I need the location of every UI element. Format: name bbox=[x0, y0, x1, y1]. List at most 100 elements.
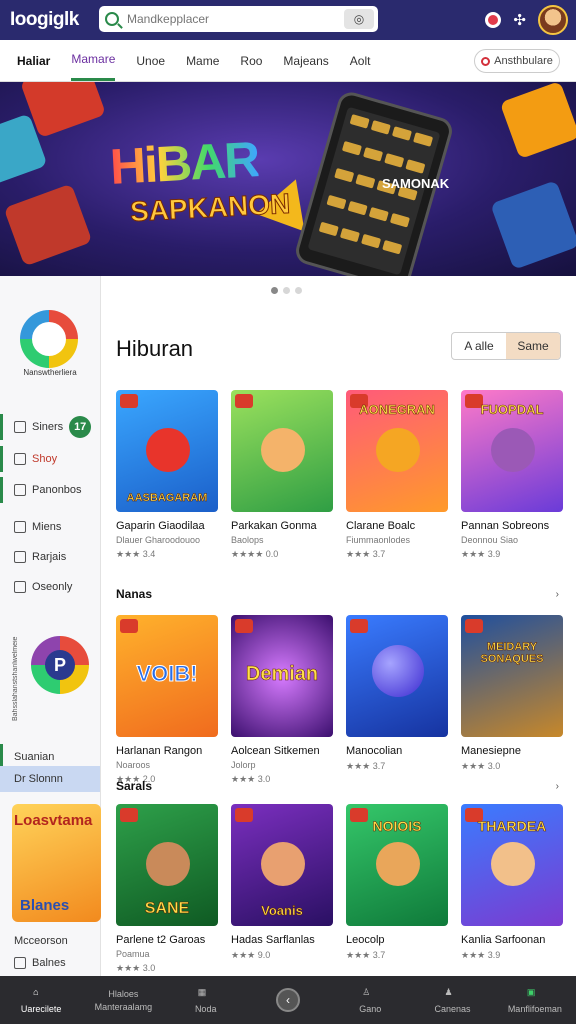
sidebar-item-label: Miens bbox=[32, 521, 62, 533]
nav-noda[interactable]: ▦ Noda bbox=[165, 976, 247, 1024]
thumb-text: NOIOIS bbox=[372, 818, 422, 835]
chevron-right-icon[interactable]: › bbox=[556, 781, 559, 792]
app-thumbnail bbox=[346, 615, 448, 737]
app-card[interactable]: AASBAGARAM Gaparin Giaodilaa Dlauer Ghar… bbox=[116, 390, 218, 560]
sidebar-item-rarjais[interactable]: Rarjais bbox=[0, 544, 100, 570]
section-heading: Sarals bbox=[116, 779, 153, 793]
app-developer: Baolops bbox=[231, 535, 264, 545]
notification-icon[interactable] bbox=[485, 12, 502, 28]
top-header: Ioogiglk ◎ ✣ bbox=[0, 0, 576, 40]
app-developer: Noaroos bbox=[116, 760, 151, 770]
page-title: Hiburan bbox=[116, 336, 194, 361]
sidebar-item-label: Shoy bbox=[32, 453, 58, 465]
app-logo[interactable]: Ioogiglk bbox=[10, 9, 96, 31]
sidebar-item-oseonly[interactable]: Oseonly bbox=[0, 574, 100, 600]
thumb-text: AONEGRAN bbox=[359, 402, 435, 418]
tab-active[interactable]: Mamare bbox=[71, 40, 116, 81]
tab-item[interactable]: Roo bbox=[240, 42, 262, 80]
sidebar-item-label: Oseonly bbox=[32, 581, 73, 593]
app-rating: ★★★ 3.7 bbox=[346, 950, 386, 960]
app-name: Hadas Sarflanlas bbox=[231, 934, 315, 946]
filter-button-label: Ansthbulare bbox=[494, 55, 553, 67]
nav-manteraalamg[interactable]: Hlaloes Manteraalamg bbox=[82, 976, 164, 1024]
search-icon bbox=[481, 56, 491, 66]
camera-search-icon[interactable]: ◎ bbox=[344, 9, 374, 29]
sidebar-item-panonbos[interactable]: Panonbos bbox=[0, 477, 100, 503]
app-row-3: SANE Parlene t2 Garoas Poamua ★★★ 3.0 Vo… bbox=[116, 804, 563, 974]
search-input[interactable] bbox=[127, 12, 327, 26]
search-bar[interactable]: ◎ bbox=[99, 6, 378, 32]
search-icon bbox=[105, 12, 119, 26]
app-card[interactable]: FUOPDAL Pannan Sobreons Deonnou Siao ★★★… bbox=[461, 390, 563, 560]
app-rating: ★★★ 3.0 bbox=[231, 774, 271, 784]
nav-label: Canenas bbox=[434, 1003, 471, 1014]
tab-item[interactable]: Mame bbox=[186, 42, 219, 80]
app-thumbnail: Demian bbox=[231, 615, 333, 737]
thumb-text: FUOPDAL bbox=[480, 402, 544, 418]
tab-home[interactable]: Haliar bbox=[17, 42, 50, 80]
promo-caption: Blanes bbox=[20, 897, 70, 914]
refresh-icon bbox=[14, 581, 26, 593]
chevron-right-icon[interactable]: › bbox=[556, 589, 559, 600]
sidebar-item-label: Panonbos bbox=[32, 484, 82, 496]
app-thumbnail bbox=[231, 390, 333, 512]
folder-icon bbox=[14, 957, 26, 969]
app-name: Gaparin Giaodilaa bbox=[116, 520, 205, 532]
view-toggle[interactable]: A alle Same bbox=[451, 332, 561, 360]
hero-banner[interactable]: HiBAR SAPKANON SAMONAK bbox=[0, 82, 576, 276]
toggle-option[interactable]: A alle bbox=[452, 333, 506, 359]
promo-title: Loasvtama bbox=[14, 812, 93, 829]
p-badge-letter: P bbox=[45, 650, 75, 680]
app-card[interactable]: VOIB! Harlanan Rangon Noaroos ★★★ 2.0 bbox=[116, 615, 218, 785]
app-card[interactable]: Demian Aolcean Sitkemen Jolorp ★★★ 3.0 bbox=[231, 615, 333, 785]
nav-canenas[interactable]: ♟ Canenas bbox=[411, 976, 493, 1024]
sidebar-logo[interactable] bbox=[20, 310, 78, 368]
gamepad-icon: ▣ bbox=[526, 986, 536, 997]
sidebar-item-shoy[interactable]: Shoy bbox=[0, 446, 100, 472]
sidebar-item-balnes[interactable]: Balnes bbox=[0, 950, 100, 976]
home-icon: ⌂ bbox=[33, 986, 39, 997]
app-rating: ★★★ 3.7 bbox=[346, 549, 386, 559]
app-card[interactable]: SANE Parlene t2 Garoas Poamua ★★★ 3.0 bbox=[116, 804, 218, 974]
tab-item[interactable]: Unoe bbox=[136, 42, 165, 80]
trophy-icon: ♙ bbox=[362, 986, 371, 997]
app-name: Kanlia Sarfoonan bbox=[461, 934, 546, 946]
main-content: Hiburan A alle Same AASBAGARAM Gaparin G… bbox=[101, 276, 576, 976]
avatar[interactable] bbox=[538, 5, 568, 35]
app-card[interactable]: Manocolian ★★★ 3.7 bbox=[346, 615, 448, 785]
decor-cube bbox=[499, 82, 576, 160]
back-circle-icon: ‹ bbox=[275, 988, 300, 1012]
app-card[interactable]: THARDEA Kanlia Sarfoonan ★★★ 3.9 bbox=[461, 804, 563, 974]
sidebar-item-siners[interactable]: Siners 17 bbox=[0, 414, 100, 440]
nav-label: Manteraalamg bbox=[94, 1001, 153, 1012]
nav-top-label: Hlaloes bbox=[108, 988, 139, 999]
app-card[interactable]: MEIDARY SONAQUES Manesiepne ★★★ 3.0 bbox=[461, 615, 563, 785]
sidebar-item-label: Balnes bbox=[32, 957, 66, 969]
check-icon bbox=[14, 484, 26, 496]
document-icon bbox=[14, 551, 26, 563]
nav-gano[interactable]: ♙ Gano bbox=[329, 976, 411, 1024]
app-card[interactable]: AONEGRAN Clarane Boalc Fiummaonlodes ★★★… bbox=[346, 390, 448, 560]
sidebar-item-miens[interactable]: Miens bbox=[0, 514, 100, 540]
filter-button[interactable]: Ansthbulare bbox=[474, 49, 560, 73]
sidebar-promo-card[interactable]: Loasvtama Blanes bbox=[12, 804, 101, 922]
apps-grid-icon[interactable]: ✣ bbox=[513, 11, 526, 29]
tab-item[interactable]: Aolt bbox=[350, 42, 371, 80]
nav-center[interactable]: ‹ bbox=[247, 976, 329, 1024]
nav-home[interactable]: ⌂ Uarecilete bbox=[0, 976, 82, 1024]
sidebar-logo-caption: Nanswtherliera bbox=[23, 368, 77, 377]
sidebar-p-badge[interactable]: P bbox=[31, 636, 89, 694]
nav-manflifoeman[interactable]: ▣ Manflifoeman bbox=[494, 976, 576, 1024]
sidebar-item-selected[interactable]: Dr Slonnn bbox=[0, 766, 100, 792]
app-card[interactable]: Voanis Hadas Sarflanlas ★★★ 9.0 bbox=[231, 804, 333, 974]
app-thumbnail: AONEGRAN bbox=[346, 390, 448, 512]
nav-label: Gano bbox=[359, 1003, 382, 1014]
toggle-option-active[interactable]: Same bbox=[506, 333, 560, 359]
sidebar-vertical-text: Bahsslahanstshanlwelmeie bbox=[12, 636, 19, 721]
sidebar-item-label: Rarjais bbox=[32, 551, 67, 563]
app-card[interactable]: NOIOIS Leocolp ★★★ 3.7 bbox=[346, 804, 448, 974]
tab-item[interactable]: Majeans bbox=[283, 42, 328, 80]
app-card[interactable]: Parkakan Gonma Baolops ★★★★ 0.0 bbox=[231, 390, 333, 560]
app-name: Pannan Sobreons bbox=[461, 520, 550, 532]
banner-subtitle: SAPKANON bbox=[129, 187, 292, 228]
